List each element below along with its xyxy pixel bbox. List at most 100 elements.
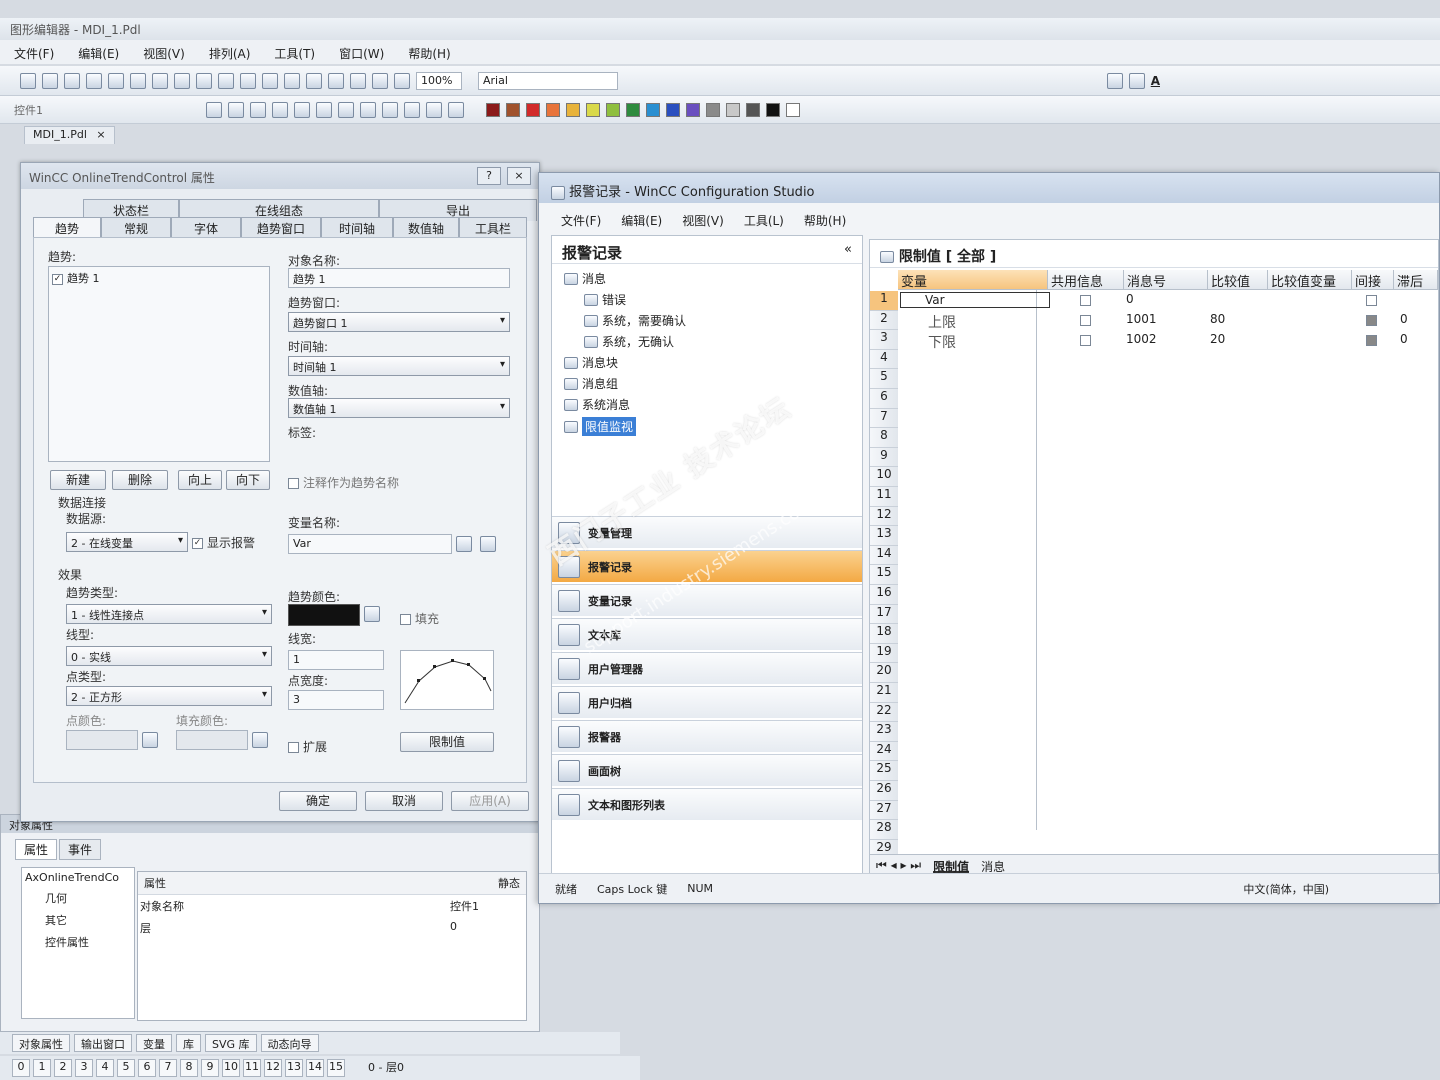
palette-color-swatch[interactable] [666, 102, 680, 117]
tab-properties[interactable]: 属性 [15, 839, 58, 860]
trend-color-swatch[interactable] [288, 604, 360, 626]
cell-hysteresis[interactable]: 0 [1400, 312, 1408, 326]
cancel-button[interactable]: 取消 [365, 791, 443, 811]
time-axis-select[interactable]: 时间轴 1 [288, 356, 510, 376]
editor-button[interactable]: 画面树 [552, 754, 862, 786]
ungroup-icon[interactable] [448, 101, 464, 118]
tab-output[interactable]: 输出窗口 [74, 1034, 132, 1052]
row-number[interactable]: 17 [870, 604, 898, 625]
layer-button[interactable]: 0 [12, 1059, 30, 1077]
layer-button[interactable]: 15 [327, 1059, 345, 1077]
row-number[interactable]: 5 [870, 369, 898, 389]
layer-button[interactable]: 8 [180, 1059, 198, 1077]
tree-node[interactable]: 消息块 [564, 354, 618, 371]
fill-color-picker-icon[interactable] [252, 732, 268, 748]
cell-variable[interactable]: 下限 [928, 332, 1028, 352]
row-number[interactable]: 3 [870, 330, 898, 350]
fill-option[interactable]: 填充 [400, 610, 439, 627]
help-button[interactable]: ? [477, 167, 501, 185]
col-hysteresis[interactable]: 滞后 [1394, 270, 1438, 290]
zoom-out-icon[interactable] [372, 72, 388, 89]
palette-color-swatch[interactable] [586, 102, 600, 117]
library-icon[interactable] [306, 72, 322, 89]
menu-arrange[interactable]: 排列(A) [209, 45, 251, 61]
tree-item-control-props[interactable]: 控件属性 [25, 934, 131, 950]
col-message-number[interactable]: 消息号 [1124, 270, 1208, 290]
tree-node[interactable]: 系统，需要确认 [584, 312, 686, 329]
save-icon[interactable] [64, 72, 80, 89]
move-down-button[interactable]: 向下 [226, 470, 270, 490]
tree-node[interactable]: 错误 [584, 291, 626, 308]
menu-window[interactable]: 窗口(W) [339, 45, 384, 61]
layer-button[interactable]: 11 [243, 1059, 261, 1077]
col-indirect[interactable]: 间接 [1352, 270, 1394, 290]
tree-node[interactable]: 系统，无确认 [584, 333, 674, 350]
tab-library[interactable]: 库 [176, 1034, 201, 1052]
palette-color-swatch[interactable] [646, 102, 660, 117]
point-color-picker-icon[interactable] [142, 732, 158, 748]
palette-color-swatch[interactable] [786, 102, 800, 117]
row-number[interactable]: 15 [870, 565, 898, 585]
row-number[interactable]: 22 [870, 702, 898, 723]
cell-variable[interactable]: Var [900, 292, 1050, 308]
font-select[interactable]: Arial [478, 71, 618, 90]
distribute-icon[interactable] [360, 101, 376, 118]
row-number[interactable]: 23 [870, 722, 898, 742]
align-top-icon[interactable] [250, 101, 266, 118]
line-color-icon[interactable] [1106, 72, 1123, 89]
extend-checkbox[interactable] [288, 742, 299, 753]
help-pointer-icon[interactable] [328, 72, 344, 89]
layer-button[interactable]: 12 [264, 1059, 282, 1077]
close-button[interactable]: × [507, 167, 531, 185]
row-number[interactable]: 28 [870, 820, 898, 840]
trend-color-picker-icon[interactable] [364, 606, 380, 622]
tab-time-axis[interactable]: 时间轴 [321, 217, 393, 239]
sheet-tab-messages[interactable]: 消息 [981, 858, 1005, 874]
limit-value-button[interactable]: 限制值 [400, 732, 494, 752]
row-number[interactable]: 2 [870, 310, 898, 331]
grid-icon[interactable] [240, 72, 256, 89]
tree-item-other[interactable]: 其它 [25, 912, 131, 928]
mirror-icon[interactable] [404, 101, 420, 118]
layer-button[interactable]: 2 [54, 1059, 72, 1077]
row-number[interactable]: 8 [870, 428, 898, 448]
row-number[interactable]: 7 [870, 408, 898, 429]
row-number[interactable]: 24 [870, 741, 898, 762]
align-right-icon[interactable] [228, 101, 244, 118]
shared-info-checkbox[interactable] [1080, 335, 1091, 346]
center-icon[interactable] [294, 101, 310, 118]
palette-color-swatch[interactable] [746, 102, 760, 117]
redo-icon[interactable] [196, 72, 212, 89]
apply-button[interactable]: 应用(A) [451, 791, 529, 811]
row-number[interactable]: 18 [870, 624, 898, 644]
layer-button[interactable]: 7 [159, 1059, 177, 1077]
cell-compare-value[interactable]: 20 [1210, 332, 1225, 346]
fill-color-icon[interactable] [1128, 72, 1145, 89]
group-icon[interactable] [426, 101, 442, 118]
sheet-tab-limits[interactable]: 限制值 [933, 858, 970, 874]
layer-button[interactable]: 3 [75, 1059, 93, 1077]
cs-menu-edit[interactable]: 编辑(E) [621, 212, 662, 228]
delete-trend-button[interactable]: 删除 [112, 470, 168, 490]
layer-button[interactable]: 13 [285, 1059, 303, 1077]
cell-compare-value[interactable]: 80 [1210, 312, 1225, 326]
row-number[interactable]: 10 [870, 467, 898, 487]
col-variable[interactable]: 变量 [898, 270, 1048, 290]
same-height-icon[interactable] [338, 101, 354, 118]
row-number[interactable]: 16 [870, 585, 898, 605]
layer-button[interactable]: 5 [117, 1059, 135, 1077]
palette-color-swatch[interactable] [626, 102, 640, 117]
fill-checkbox[interactable] [400, 614, 411, 625]
row-number[interactable]: 11 [870, 487, 898, 507]
close-tab-icon[interactable]: × [96, 128, 105, 141]
extend-option[interactable]: 扩展 [288, 738, 327, 755]
paste-icon[interactable] [152, 72, 168, 89]
palette-color-swatch[interactable] [566, 102, 580, 117]
palette-color-swatch[interactable] [706, 102, 720, 117]
tree-item-geometry[interactable]: 几何 [25, 890, 131, 906]
undo-icon[interactable] [174, 72, 190, 89]
palette-color-swatch[interactable] [546, 102, 560, 117]
col-compare-value[interactable]: 比较值 [1208, 270, 1268, 290]
new-trend-button[interactable]: 新建 [50, 470, 106, 490]
align-left-icon[interactable] [206, 101, 222, 118]
